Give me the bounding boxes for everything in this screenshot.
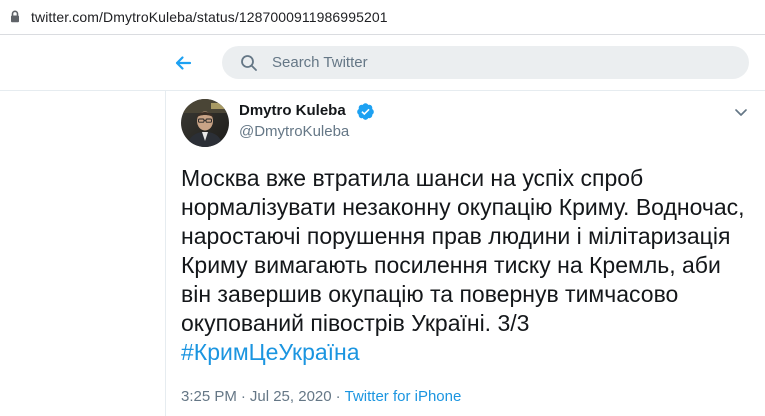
- avatar[interactable]: [181, 99, 229, 147]
- author-handle[interactable]: @DmytroKuleba: [239, 123, 349, 140]
- browser-address-bar[interactable]: twitter.com/DmytroKuleba/status/12870009…: [0, 0, 765, 35]
- meta-separator: ·: [335, 388, 341, 405]
- tweet-text: Москва вже втратила шанси на успіх спроб…: [181, 164, 756, 367]
- tweet-text-line: Криму вимагають посилення тиску на Кремл…: [181, 252, 721, 278]
- tweet-date[interactable]: Jul 25, 2020: [250, 388, 332, 405]
- page: twitter.com/DmytroKuleba/status/12870009…: [0, 0, 765, 416]
- lock-icon[interactable]: [10, 10, 20, 23]
- verified-badge-icon: [357, 103, 374, 120]
- tweet-source-link[interactable]: Twitter for iPhone: [345, 388, 462, 405]
- url-text[interactable]: twitter.com/DmytroKuleba/status/12870009…: [31, 9, 388, 25]
- tweet-time[interactable]: 3:25 PM: [181, 388, 237, 405]
- tweet-meta: 3:25 PM · Jul 25, 2020 · Twitter for iPhone: [181, 388, 461, 405]
- avatar-photo: [181, 99, 229, 147]
- tweet-detail: Dmytro Kuleba @DmytroKuleba Москва вже в…: [165, 91, 765, 416]
- search-input[interactable]: [272, 46, 732, 79]
- search-icon: [241, 55, 257, 71]
- twitter-header: [0, 35, 765, 91]
- author-name[interactable]: Dmytro Kuleba: [239, 102, 346, 119]
- hashtag-link[interactable]: #КримЦеУкраїна: [181, 338, 756, 367]
- tweet-text-line: він завершив окупацію та повернув тимчас…: [181, 281, 679, 307]
- meta-separator: ·: [240, 388, 246, 405]
- tweet-text-line: нормалізувати незаконну окупацію Криму. …: [181, 194, 745, 220]
- chevron-down-icon[interactable]: [731, 102, 751, 122]
- search-box[interactable]: [222, 46, 749, 79]
- tweet-text-line: Москва вже втратила шанси на успіх спроб: [181, 165, 644, 191]
- tweet-text-line: наростаючі порушення прав людини і міліт…: [181, 223, 731, 249]
- back-arrow-icon[interactable]: [168, 49, 198, 77]
- tweet-text-line: окупований півострів Україні. 3/3: [181, 310, 530, 336]
